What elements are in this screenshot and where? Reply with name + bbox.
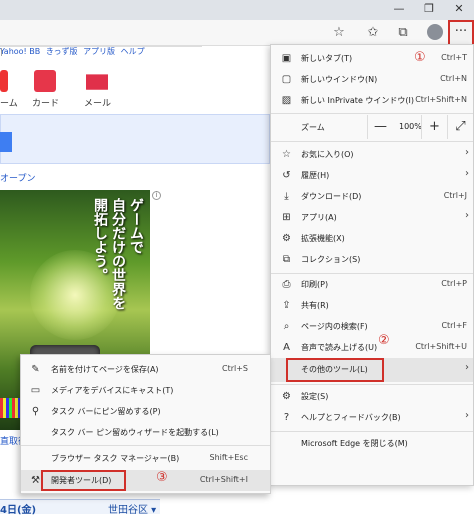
avatar[interactable] xyxy=(427,24,443,40)
date-label: 4日(金) xyxy=(0,505,37,516)
chevron-right-icon: › xyxy=(465,147,469,158)
nav-link[interactable]: ヘルプ xyxy=(121,47,145,56)
nav-link[interactable]: アプリ版 xyxy=(83,47,115,56)
submenu-item-task-manager[interactable]: ブラウザー タスク マネージャー(B) Shift+Esc xyxy=(21,448,270,469)
news-link[interactable]: オープン xyxy=(0,171,35,184)
location-select[interactable]: 世田谷区 ▾ xyxy=(108,501,156,516)
download-icon: ⤓ xyxy=(284,191,289,202)
menu-item-settings[interactable]: ⚙ 設定(S) xyxy=(271,386,473,407)
menu-item-downloads[interactable]: ⤓ ダウンロード(D) Ctrl+J xyxy=(271,186,473,207)
ad-info-icon[interactable]: i xyxy=(152,191,161,200)
favorites-icon[interactable]: ✩ xyxy=(364,24,382,42)
menu-item-extensions[interactable]: ⚙ 拡張機能(X) xyxy=(271,228,473,249)
menu-item-help[interactable]: ? ヘルプとフィードバック(B) › xyxy=(271,407,473,428)
callout-2: ② xyxy=(378,333,390,348)
menu-item-apps[interactable]: ⊞ アプリ(A) › xyxy=(271,207,473,228)
read-aloud-icon: A xyxy=(283,342,290,353)
collections-icon: ⧉ xyxy=(282,254,291,265)
new-window-icon: ▢ xyxy=(281,74,292,85)
menu-item-share[interactable]: ⇪ 共有(R) xyxy=(271,295,473,316)
zoom-label: ズーム xyxy=(301,123,325,132)
nav-link[interactable]: きっず版 xyxy=(46,47,78,56)
menu-item-new-window[interactable]: ▢ 新しいウインドウ(N) Ctrl+N xyxy=(271,69,473,90)
mail-service-icon[interactable] xyxy=(86,74,108,90)
chevron-right-icon: › xyxy=(465,410,469,421)
gear-icon: ⚙ xyxy=(282,391,291,402)
chevron-right-icon: › xyxy=(465,210,469,221)
service-label[interactable]: ーム xyxy=(0,96,18,109)
chevron-right-icon: › xyxy=(465,168,469,179)
submenu-item-pin-wizard[interactable]: タスク バー ピン留めウィザードを起動する(L) xyxy=(21,422,270,443)
menu-item-inprivate[interactable]: ▨ 新しい InPrivate ウインドウ(I) Ctrl+Shift+N xyxy=(271,90,473,111)
minimize-icon[interactable]: — xyxy=(384,0,414,20)
game-service-icon[interactable] xyxy=(0,70,8,92)
ad-text: 自分だけの世界を xyxy=(110,198,126,310)
banner-strip xyxy=(0,398,20,418)
restore-icon[interactable]: ❐ xyxy=(414,0,444,20)
highlight-box xyxy=(286,358,384,382)
zoom-out-button[interactable]: — xyxy=(367,115,393,139)
extensions-icon: ⚙ xyxy=(282,233,291,244)
ad-text: ゲームで xyxy=(128,198,144,254)
edge-settings-menu: ▣ 新しいタブ(T) Ctrl+T ▢ 新しいウインドウ(N) Ctrl+N ▨… xyxy=(270,44,474,486)
close-icon[interactable]: ✕ xyxy=(444,0,474,20)
service-label[interactable]: カード xyxy=(32,96,59,109)
new-tab-icon: ▣ xyxy=(281,53,292,64)
history-icon: ↺ xyxy=(282,170,291,181)
save-page-icon: ✎ xyxy=(31,364,40,375)
service-label[interactable]: メール xyxy=(84,96,111,109)
search-area xyxy=(0,114,270,164)
menu-item-favorites[interactable]: ☆ お気に入り(O) › xyxy=(271,144,473,165)
zoom-value: 100% xyxy=(399,122,422,131)
other-tools-submenu: ✎ 名前を付けてページを保存(A) Ctrl+S ▭ メディアをデバイスにキャス… xyxy=(20,354,271,494)
share-icon: ⇪ xyxy=(282,300,291,311)
more-menu-button[interactable]: ··· xyxy=(448,20,474,46)
menu-item-find[interactable]: ⌕ ページ内の検索(F) Ctrl+F xyxy=(271,316,473,337)
zoom-in-button[interactable]: + xyxy=(421,115,447,139)
zoom-control: ズーム — 100% + ⤢ xyxy=(271,114,473,140)
pin-icon: ⚲ xyxy=(31,406,40,417)
browser-toolbar: ☆ ✩ ⧉ xyxy=(0,20,474,46)
nav-link[interactable]: Yahoo! BB xyxy=(0,47,40,56)
fullscreen-icon[interactable]: ⤢ xyxy=(447,115,473,139)
callout-1: ① xyxy=(414,50,426,65)
apps-icon: ⊞ xyxy=(282,212,291,223)
card-service-icon[interactable] xyxy=(34,70,56,92)
menu-item-new-tab[interactable]: ▣ 新しいタブ(T) Ctrl+T xyxy=(271,48,473,69)
submenu-item-cast[interactable]: ▭ メディアをデバイスにキャスト(T) xyxy=(21,380,270,401)
menu-item-history[interactable]: ↺ 履歴(H) › xyxy=(271,165,473,186)
print-icon: ⎙ xyxy=(282,279,291,290)
collections-icon[interactable]: ⧉ xyxy=(394,24,412,42)
submenu-item-save-page[interactable]: ✎ 名前を付けてページを保存(A) Ctrl+S xyxy=(21,359,270,380)
ad-text: 開拓しよう。 xyxy=(92,198,108,282)
search-button[interactable] xyxy=(0,132,12,152)
favorite-star-icon[interactable]: ☆ xyxy=(330,24,348,42)
cast-icon: ▭ xyxy=(30,385,41,396)
help-icon: ? xyxy=(283,412,290,423)
menu-item-read-aloud[interactable]: A 音声で読み上げる(U) Ctrl+Shift+U xyxy=(271,337,473,358)
title-bar: — ❐ ✕ xyxy=(0,0,474,20)
highlight-box xyxy=(41,470,126,491)
header-nav-links: Yahoo! BB | きっず版 | アプリ版 | ヘルプ xyxy=(0,46,270,58)
menu-item-print[interactable]: ⎙ 印刷(P) Ctrl+P xyxy=(271,274,473,295)
callout-3: ③ xyxy=(156,470,168,485)
menu-item-close-edge[interactable]: Microsoft Edge を閉じる(M) xyxy=(271,433,473,454)
star-icon: ☆ xyxy=(282,149,291,160)
chevron-right-icon: › xyxy=(465,362,469,373)
submenu-item-pin-taskbar[interactable]: ⚲ タスク バーにピン留めする(P) xyxy=(21,401,270,422)
menu-item-collections[interactable]: ⧉ コレクション(S) xyxy=(271,249,473,270)
weather-bar: 4日(金) 世田谷区 ▾ xyxy=(0,499,160,516)
find-icon: ⌕ xyxy=(283,321,290,332)
inprivate-icon: ▨ xyxy=(281,95,292,106)
